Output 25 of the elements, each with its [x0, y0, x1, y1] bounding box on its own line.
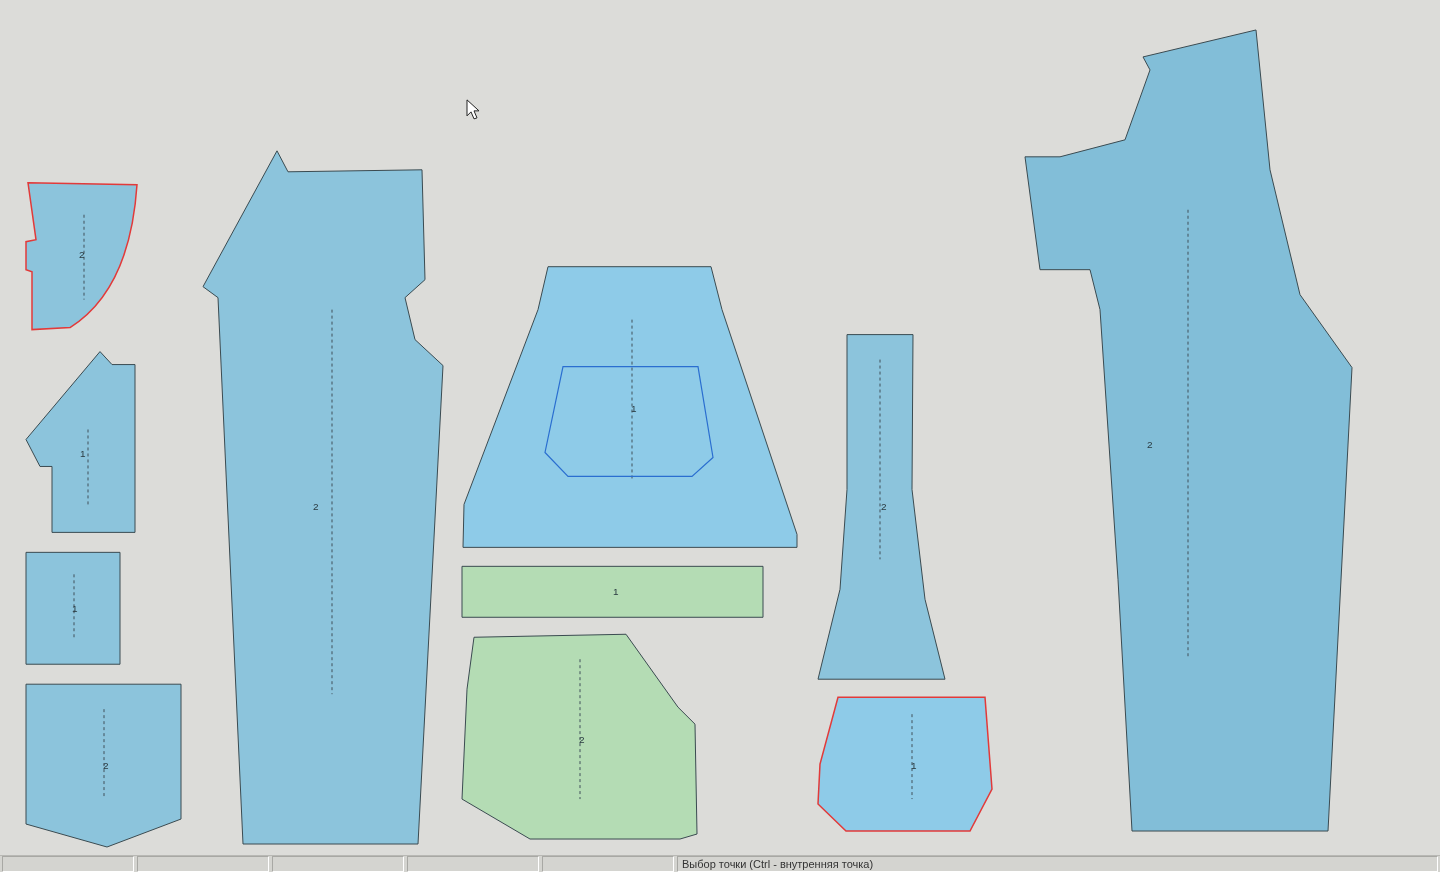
pattern-piece[interactable] [461, 633, 698, 840]
pattern-piece[interactable] [25, 351, 136, 533]
piece-quantity: 1 [72, 603, 78, 615]
pattern-piece[interactable] [817, 334, 946, 680]
piece-quantity: 2 [79, 248, 85, 260]
pattern-piece[interactable] [1024, 29, 1353, 832]
pattern-piece[interactable] [462, 266, 798, 548]
piece-quantity: 1 [911, 760, 917, 772]
piece-quantity: 2 [1147, 439, 1153, 451]
piece-quantity: 1 [631, 402, 637, 414]
piece-quantity: 2 [579, 734, 585, 746]
piece-quantity: 2 [103, 760, 109, 772]
grain-line [73, 573, 75, 640]
piece-quantity: 2 [881, 501, 887, 513]
pattern-piece[interactable] [25, 683, 182, 848]
piece-quantity: 1 [613, 586, 619, 598]
pattern-piece[interactable] [25, 551, 121, 665]
pattern-piece[interactable] [461, 565, 764, 618]
piece-quantity: 1 [80, 448, 86, 460]
piece-quantity: 2 [313, 501, 319, 513]
pattern-piece[interactable] [817, 696, 993, 832]
pattern-piece[interactable] [25, 182, 138, 331]
pattern-piece[interactable] [202, 150, 444, 845]
status-message: Выбор точки (Ctrl - внутренняя точка) [677, 856, 1438, 872]
cursor-icon [466, 99, 480, 120]
